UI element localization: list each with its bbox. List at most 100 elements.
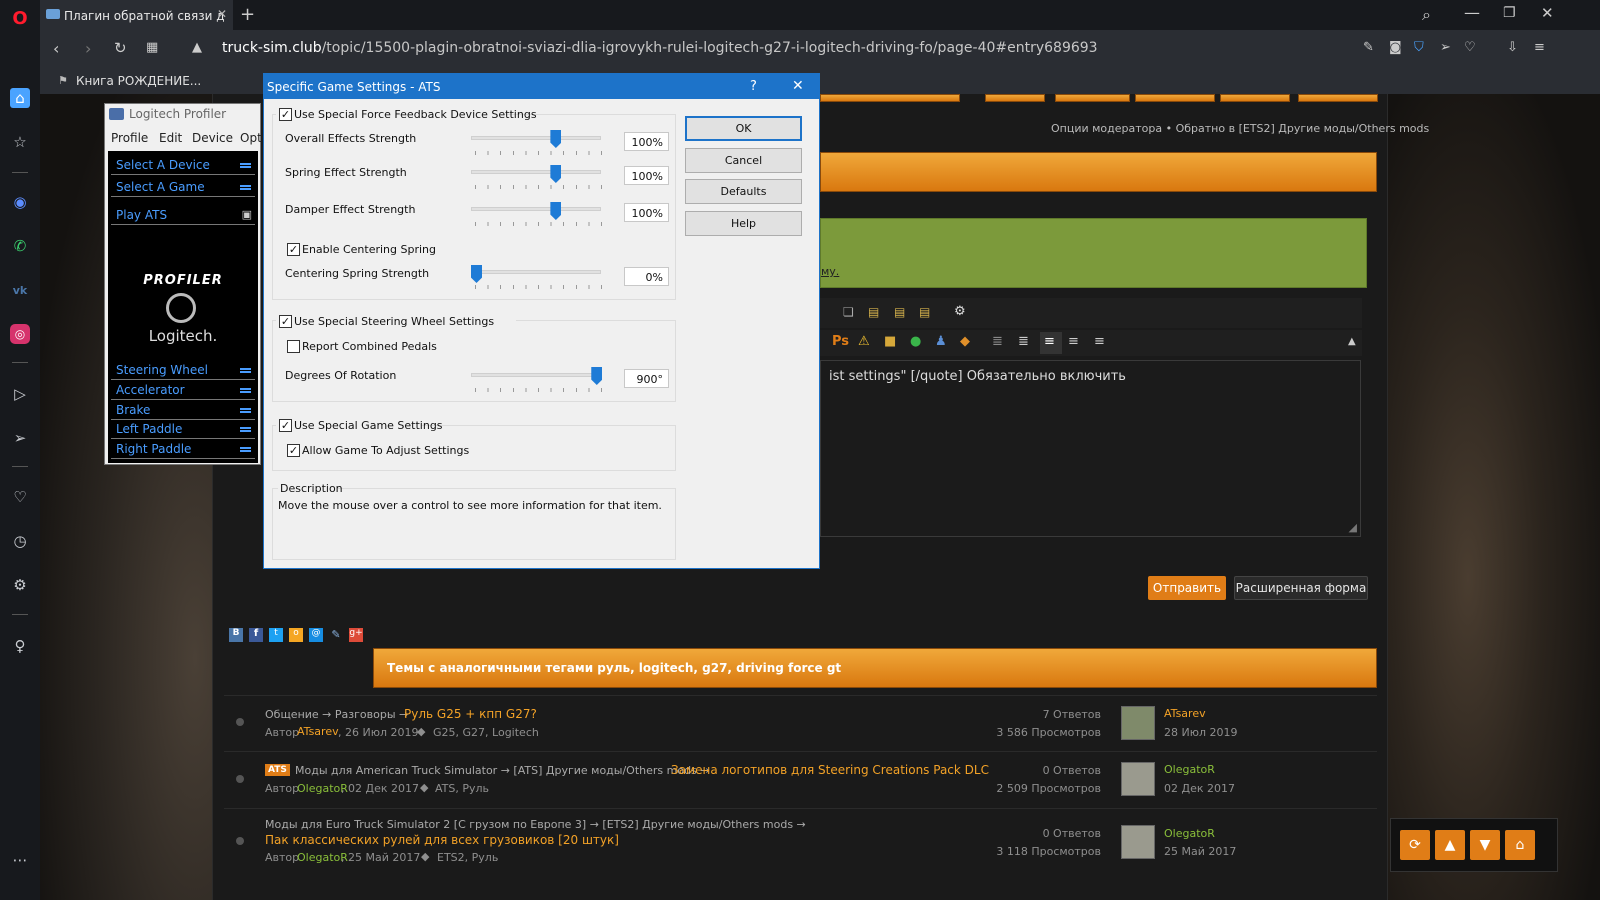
refresh-icon[interactable]: ⟳ xyxy=(1400,830,1430,860)
gplus-share-icon[interactable]: g+ xyxy=(349,628,363,642)
reply-textarea[interactable]: ist settings" [/quote] Обязательно включ… xyxy=(820,360,1361,537)
paste-icon[interactable]: ▤ xyxy=(868,305,879,319)
advanced-form-button[interactable]: Расширенная форма xyxy=(1234,576,1368,600)
home-icon[interactable]: ⌂ xyxy=(10,88,30,108)
topic-tags[interactable]: G25, G27, Logitech xyxy=(433,726,539,739)
topic-row[interactable]: Общение → Разговоры → Руль G25 + кпп G27… xyxy=(224,695,1377,751)
bookmark-link[interactable]: Книга РОЖДЕНИЕ... xyxy=(76,74,201,88)
nav-tab[interactable] xyxy=(1220,94,1290,102)
spring-value[interactable]: 100% xyxy=(624,166,669,185)
back-icon[interactable]: ‹ xyxy=(53,39,59,58)
align-left-button[interactable]: ≡ xyxy=(1040,332,1062,354)
align-right-icon[interactable]: ≡ xyxy=(1094,334,1105,349)
help-button[interactable]: Help xyxy=(685,211,802,236)
last-poster[interactable]: OlegatoR xyxy=(1164,763,1215,776)
game-settings-checkbox[interactable]: ✓ xyxy=(279,419,292,432)
minimize-icon[interactable]: — xyxy=(1464,3,1480,22)
copy-icon[interactable]: ❏ xyxy=(843,305,854,319)
play-game-item[interactable]: Play ATS ▣ xyxy=(111,207,255,225)
menu-icon[interactable]: ≡ xyxy=(1534,40,1545,55)
star-icon[interactable]: ☆ xyxy=(10,132,30,152)
nav-tab[interactable] xyxy=(820,94,960,102)
vk-icon[interactable]: vk xyxy=(10,280,30,300)
axis-item[interactable]: Left Paddle xyxy=(111,421,255,439)
axis-item[interactable]: Accelerator xyxy=(111,382,255,400)
url-field[interactable]: truck-sim.club/topic/15500-plagin-obratn… xyxy=(222,40,1098,56)
home-icon[interactable]: ⌂ xyxy=(1505,830,1535,860)
download-icon[interactable]: ⇩ xyxy=(1507,40,1518,55)
warning-icon[interactable]: ▲ xyxy=(192,40,202,55)
ok-share-icon[interactable]: o xyxy=(289,628,303,642)
menu-options[interactable]: Opti xyxy=(240,131,265,145)
more-icon[interactable]: ⋯ xyxy=(10,850,30,870)
tabs-grid-icon[interactable]: ▦ xyxy=(146,40,158,55)
heart-icon[interactable]: ♡ xyxy=(10,487,30,507)
vk-share-icon[interactable]: B xyxy=(229,628,243,642)
nav-tab[interactable] xyxy=(1055,94,1130,102)
outdent-icon[interactable]: ≣ xyxy=(992,334,1003,349)
ps-icon[interactable]: Ps xyxy=(832,334,849,349)
menu-profile[interactable]: Profile xyxy=(111,131,148,145)
moderator-links[interactable]: Опции модератора • Обратно в [ETS2] Друг… xyxy=(1051,122,1429,135)
nav-tab[interactable] xyxy=(1298,94,1378,102)
ff-checkbox[interactable]: ✓ xyxy=(279,108,292,121)
topic-title[interactable]: Замена логотипов для Steering Creations … xyxy=(671,763,989,777)
topic-path[interactable]: Моды для American Truck Simulator → [ATS… xyxy=(295,764,710,777)
cancel-button[interactable]: Cancel xyxy=(685,148,802,173)
collapse-icon[interactable]: ▲ xyxy=(1348,336,1356,347)
camera-icon[interactable]: ◙ xyxy=(1389,40,1402,55)
last-poster[interactable]: OlegatoR xyxy=(1164,827,1215,840)
instagram-icon[interactable]: ◎ xyxy=(10,324,30,344)
damper-slider-track[interactable] xyxy=(471,207,601,211)
tools-icon[interactable]: ⚙ xyxy=(954,304,966,319)
select-device-item[interactable]: Select A Device xyxy=(111,157,255,175)
close-window-icon[interactable]: ✕ xyxy=(1541,4,1554,22)
allow-adjust-checkbox[interactable]: ✓ xyxy=(287,444,300,457)
topic-path[interactable]: Общение → Разговоры → xyxy=(265,708,408,721)
whatsapp-icon[interactable]: ✆ xyxy=(10,236,30,256)
topic-row[interactable]: Моды для Euro Truck Simulator 2 [С грузо… xyxy=(224,808,1377,872)
twitter-share-icon[interactable]: t xyxy=(269,628,283,642)
dialog-close-button[interactable]: ✕ xyxy=(792,78,804,94)
topic-tags[interactable]: ATS, Руль xyxy=(435,782,489,795)
topic-title[interactable]: Руль G25 + кпп G27? xyxy=(404,707,537,721)
indent-icon[interactable]: ≣ xyxy=(1018,334,1029,349)
menu-edit[interactable]: Edit xyxy=(159,131,182,145)
centering-value[interactable]: 0% xyxy=(624,267,669,286)
centering-slider-track[interactable] xyxy=(471,270,601,274)
nav-tab[interactable] xyxy=(985,94,1045,102)
axis-item[interactable]: Steering Wheel xyxy=(111,362,255,380)
green-notice-link[interactable]: му. xyxy=(821,265,839,278)
steering-checkbox[interactable]: ✓ xyxy=(279,315,292,328)
scroll-up-icon[interactable]: ▲ xyxy=(1435,830,1465,860)
scroll-down-icon[interactable]: ▼ xyxy=(1470,830,1500,860)
edit-icon[interactable]: ✎ xyxy=(1363,40,1374,55)
restore-icon[interactable]: ❐ xyxy=(1503,5,1516,21)
ok-button[interactable]: OK xyxy=(685,116,802,141)
chat-icon[interactable]: ● xyxy=(910,334,921,349)
player-icon[interactable]: ▷ xyxy=(10,384,30,404)
defaults-button[interactable]: Defaults xyxy=(685,179,802,204)
avatar[interactable] xyxy=(1121,762,1155,796)
bulb-icon[interactable]: ♀ xyxy=(10,636,30,656)
topic-author[interactable]: ATsarev xyxy=(297,725,339,738)
combined-pedals-checkbox[interactable] xyxy=(287,340,300,353)
menu-device[interactable]: Device xyxy=(192,131,233,145)
opera-logo-icon[interactable]: O xyxy=(10,8,30,29)
mail-share-icon[interactable]: @ xyxy=(309,628,323,642)
user-icon[interactable]: ♟ xyxy=(935,334,947,349)
search-icon[interactable]: ⌕ xyxy=(1422,5,1431,25)
rotation-slider-track[interactable] xyxy=(471,373,601,377)
send-icon[interactable]: ➢ xyxy=(1440,40,1451,55)
facebook-share-icon[interactable]: f xyxy=(249,628,263,642)
tab-close-icon[interactable]: ✕ xyxy=(217,7,227,21)
overall-slider-track[interactable] xyxy=(471,136,601,140)
topic-tags[interactable]: ETS2, Руль xyxy=(437,851,498,864)
select-game-item[interactable]: Select A Game xyxy=(111,179,255,197)
lock-icon[interactable]: ■ xyxy=(884,334,896,349)
warning-icon[interactable]: ⚠ xyxy=(858,334,870,349)
forward-icon[interactable]: › xyxy=(85,39,91,58)
spring-slider-track[interactable] xyxy=(471,170,601,174)
new-tab-button[interactable]: + xyxy=(240,4,255,25)
paste-word-icon[interactable]: ▤ xyxy=(919,305,930,319)
